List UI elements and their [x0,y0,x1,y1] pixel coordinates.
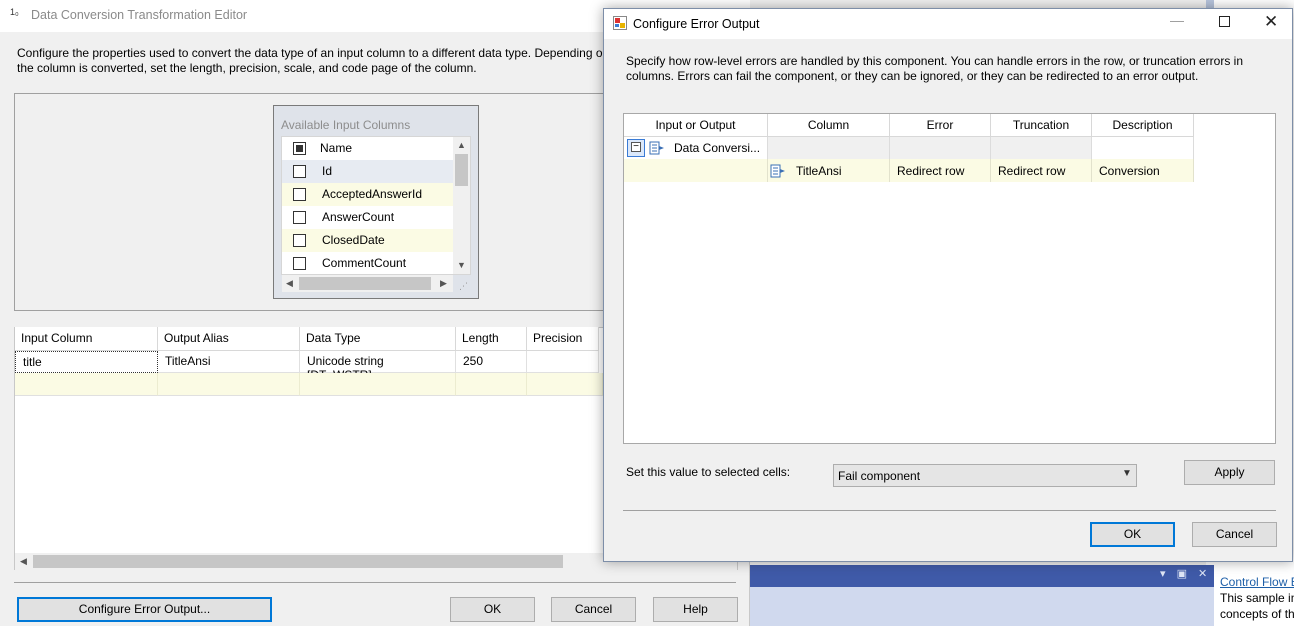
table-cell[interactable]: Redirect row [991,159,1092,182]
cancel-button[interactable]: Cancel [1192,522,1277,547]
grid-header-output-alias[interactable]: Output Alias [158,327,300,351]
editor-title: Data Conversion Transformation Editor [31,8,248,22]
column-name: ClosedDate [322,233,385,247]
data-conversion-icon: 1₀ [10,7,19,17]
new-row-cell[interactable] [456,373,527,396]
data-flow-component-icon [649,141,664,155]
error-output-app-icon [613,16,627,30]
minimize-icon[interactable]: — [1170,12,1184,28]
group-row-cell [768,137,890,159]
table-cell[interactable]: Conversion [1092,159,1194,182]
ok-button[interactable]: OK [450,597,535,622]
chevron-down-icon[interactable]: ▼ [1122,468,1132,479]
scroll-right-icon[interactable]: ▶ [440,278,447,289]
group-row-cell [890,137,991,159]
ide-tool-window-body [750,587,1214,626]
select-all-row[interactable]: Name [282,137,455,160]
divider [623,510,1276,511]
grid-header-input-or-output[interactable]: Input or Output [624,114,768,137]
scroll-up-icon[interactable]: ▲ [457,140,466,150]
scroll-down-icon[interactable]: ▼ [457,260,466,270]
scrollbar-thumb[interactable] [299,277,431,290]
list-item[interactable]: ClosedDate [282,229,455,252]
set-value-dropdown[interactable]: Fail component [833,464,1137,487]
editor-description-line: the column is converted, set the length,… [17,61,477,75]
new-row-cell[interactable] [15,373,158,396]
apply-button[interactable]: Apply [1184,460,1275,485]
new-row-cell[interactable] [300,373,456,396]
available-columns-list[interactable]: Name Id AcceptedAnswerId AnswerCount Clo… [281,136,471,275]
grid-header-column[interactable]: Column [768,114,890,137]
name-column-header: Name [320,141,353,155]
scrollbar-thumb[interactable] [33,555,563,568]
table-cell[interactable]: Unicode string [DT_WSTR] [300,351,456,382]
dropdown-selected-value: Fail component [838,469,921,483]
grid-header-error[interactable]: Error [890,114,991,137]
table-cell[interactable]: Redirect row [890,159,991,182]
help-button[interactable]: Help [653,597,738,622]
ok-button[interactable]: OK [1090,522,1175,547]
scroll-left-icon[interactable]: ◀ [286,278,293,289]
list-item[interactable]: AnswerCount [282,206,455,229]
divider [14,582,736,583]
list-item[interactable]: CommentCount [282,252,455,274]
table-cell[interactable] [624,159,768,182]
column-checkbox[interactable] [293,165,306,178]
scroll-left-icon[interactable]: ◀ [20,556,27,567]
grid-header-truncation[interactable]: Truncation [991,114,1092,137]
cancel-button[interactable]: Cancel [551,597,636,622]
editor-description: Configure the properties used to convert… [17,46,617,76]
dialog-description: Specify how row-level errors are handled… [626,54,1243,83]
group-row-cell [1092,137,1194,159]
column-name: CommentCount [322,256,407,270]
dialog-title: Configure Error Output [633,17,760,31]
ide-panel-text: This sample in [1220,591,1294,605]
column-checkbox[interactable] [293,211,306,224]
column-checkbox[interactable] [293,188,306,201]
ide-tool-window-header [750,565,1214,587]
grid-header-precision[interactable]: Precision [527,327,599,351]
set-value-label: Set this value to selected cells: [626,465,791,479]
grid-header-input-column[interactable]: Input Column [15,327,158,351]
table-cell[interactable]: TitleAnsi [768,159,890,182]
group-row-label: Data Conversi... [674,141,761,155]
close-icon[interactable]: ✕ [1264,12,1278,32]
available-columns-title: Available Input Columns [281,118,411,132]
collapse-icon[interactable]: − [627,139,645,157]
maximize-icon[interactable] [1219,16,1230,27]
new-row-cell[interactable] [527,373,603,396]
column-checkbox[interactable] [293,234,306,247]
resize-grip-icon[interactable]: ⋰ [459,281,468,292]
column-checkbox[interactable] [293,257,306,270]
column-name: AcceptedAnswerId [322,187,423,201]
list-item[interactable]: Id [282,160,455,183]
window-controls-icon[interactable]: ▾ ▣ ✕ [1160,567,1211,580]
column-name: AnswerCount [322,210,395,224]
grid-header-length[interactable]: Length [456,327,527,351]
select-all-checkbox[interactable] [293,142,306,155]
ide-panel-text: concepts of th [1220,607,1294,621]
table-cell[interactable] [527,351,599,373]
table-cell[interactable]: 250 [456,351,527,373]
group-row-cell [991,137,1092,159]
grid-header-description[interactable]: Description [1092,114,1194,137]
output-column-icon [770,164,785,178]
scrollbar-thumb[interactable] [455,154,468,186]
column-name: Id [322,164,333,178]
editor-description-line: Configure the properties used to convert… [17,46,610,60]
new-row-cell[interactable] [158,373,300,396]
list-item[interactable]: AcceptedAnswerId [282,183,455,206]
table-cell[interactable]: title [15,351,158,373]
configure-error-output-button[interactable]: Configure Error Output... [17,597,272,622]
table-cell[interactable]: TitleAnsi [158,351,300,373]
grid-header-data-type[interactable]: Data Type [300,327,456,351]
getting-started-link[interactable]: Control Flow E [1220,575,1294,589]
